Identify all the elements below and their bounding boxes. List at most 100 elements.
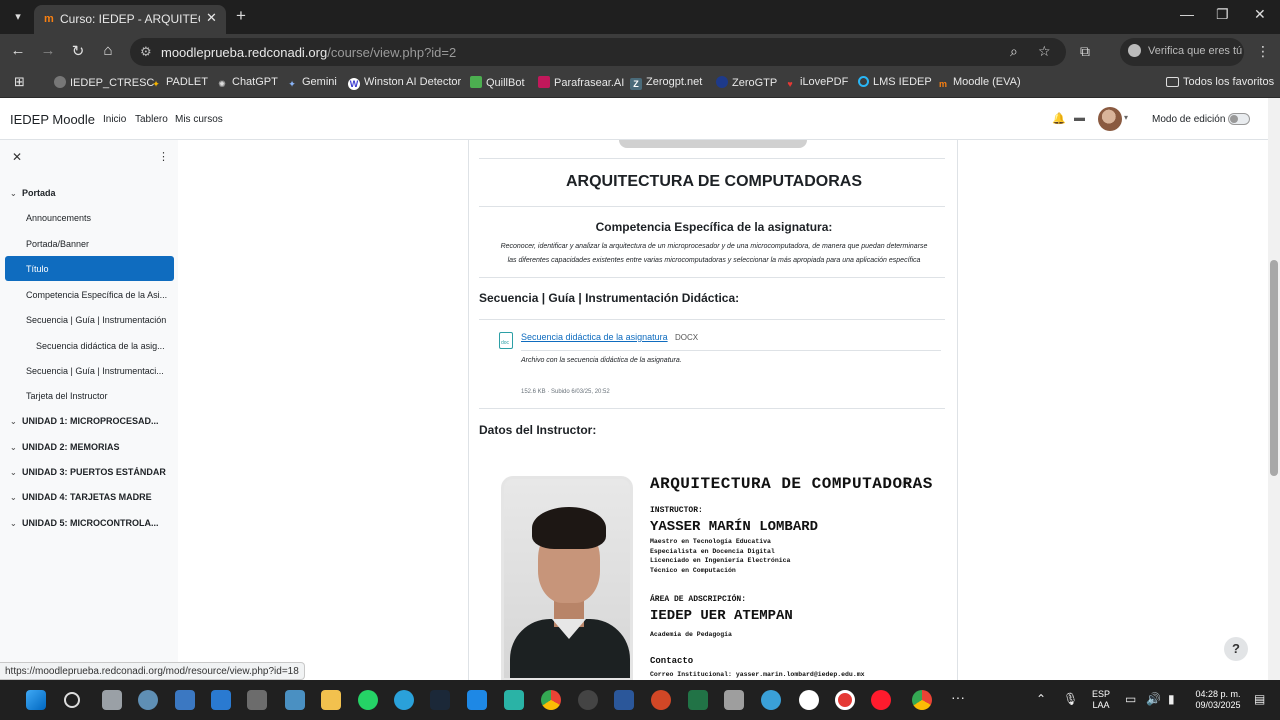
microphone-icon[interactable]: 🎙 [1063, 692, 1078, 706]
tab-close-icon[interactable]: ✕ [206, 10, 217, 26]
app-monitor-icon[interactable] [285, 690, 305, 710]
whatsapp-icon[interactable] [358, 690, 378, 710]
docx-file-icon[interactable] [499, 332, 513, 349]
browser-tab-active[interactable]: m Curso: IEDEP - ARQUITECTURA ✕ [34, 5, 226, 34]
restore-icon[interactable]: ❐ [1216, 6, 1229, 23]
bookmark-padlet[interactable]: ✦ PADLET [150, 76, 208, 90]
bookmark-gemini[interactable]: ✦ Gemini [286, 76, 337, 90]
chatgpt-icon: ✺ [218, 79, 226, 89]
telegram-icon[interactable] [394, 690, 414, 710]
opera-icon[interactable] [871, 690, 891, 710]
task-view-icon[interactable] [102, 690, 122, 710]
chrome-icon[interactable] [541, 690, 561, 710]
index-item-secuencia-didactica[interactable]: Secuencia didáctica de la asig... [36, 341, 172, 351]
volume-icon[interactable]: 🔊 [1146, 692, 1161, 706]
notifications-bell-icon[interactable]: 🔔 [1052, 112, 1066, 125]
scroll-thumb[interactable] [1270, 260, 1278, 476]
help-button[interactable]: ? [1224, 637, 1248, 661]
word-icon[interactable] [614, 690, 634, 710]
apps-grid-icon[interactable]: ⊞ [14, 74, 25, 90]
bookmark-chatgpt[interactable]: ✺ ChatGPT [216, 76, 278, 90]
bookmark-zerogtp[interactable]: ZeroGTP [716, 76, 777, 89]
address-url[interactable]: moodleprueba.redconadi.org/course/view.p… [161, 45, 456, 60]
section-unidad-2[interactable]: ⌄ UNIDAD 2: MEMORIAS [10, 442, 120, 452]
app-gray-icon[interactable] [724, 690, 744, 710]
forward-icon[interactable]: → [38, 42, 58, 59]
moodle-icon: m [938, 79, 947, 89]
more-apps-icon[interactable]: ··· [951, 689, 965, 705]
user-menu-chevron-icon[interactable]: ▾ [1124, 113, 1128, 122]
resource-link-secuencia[interactable]: Secuencia didáctica de la asignatura [521, 332, 668, 342]
new-tab-icon[interactable]: + [236, 6, 246, 26]
nav-inicio[interactable]: Inicio [103, 114, 126, 125]
section-unidad-3[interactable]: ⌄ UNIDAD 3: PUERTOS ESTÁNDAR [10, 467, 166, 477]
user-avatar[interactable] [1098, 107, 1122, 131]
excel-icon[interactable] [688, 690, 708, 710]
app-network-icon[interactable] [467, 690, 487, 710]
section-portada[interactable]: ⌄ Portada [10, 188, 56, 198]
bookmark-iedep-ctresc[interactable]: IEDEP_CTRESC [54, 76, 154, 89]
messages-icon[interactable]: ▬ [1074, 112, 1085, 124]
index-item-competencia[interactable]: Competencia Específica de la Asi... [26, 290, 172, 300]
address-bar[interactable]: ⚙ moodleprueba.redconadi.org/course/view… [130, 38, 1066, 66]
index-item-tarjeta-instructor[interactable]: Tarjeta del Instructor [26, 391, 108, 401]
chrome-active-icon[interactable] [912, 690, 932, 710]
site-brand[interactable]: IEDEP Moodle [10, 112, 95, 127]
bookmark-parafrasear[interactable]: Parafrasear.AI [538, 76, 624, 89]
zoom-icon[interactable]: ⌕ [1010, 43, 1018, 60]
section-unidad-4[interactable]: ⌄ UNIDAD 4: TARJETAS MADRE [10, 492, 152, 502]
tray-chevron-icon[interactable]: ⌃ [1036, 692, 1046, 706]
powerpoint-icon[interactable] [651, 690, 671, 710]
record-icon[interactable] [835, 690, 855, 710]
app-hex-icon[interactable] [247, 690, 267, 710]
bookmark-lms-iedep[interactable]: LMS IEDEP [858, 76, 932, 88]
reload-icon[interactable]: ↻ [68, 42, 88, 60]
language-indicator[interactable]: ESP LAA [1086, 689, 1116, 711]
app-globe-icon[interactable] [761, 690, 781, 710]
site-info-icon[interactable]: ⚙ [140, 44, 152, 60]
search-icon[interactable] [64, 692, 80, 708]
page-scrollbar[interactable] [1268, 98, 1280, 680]
index-item-titulo-active[interactable]: Título [5, 256, 174, 281]
bookmark-zerogpt-net[interactable]: Z Zerogpt.net [630, 76, 702, 90]
bookmark-moodle-eva[interactable]: m Moodle (EVA) [937, 76, 1021, 90]
nav-mis-cursos[interactable]: Mis cursos [175, 114, 223, 125]
app-white-icon[interactable] [799, 690, 819, 710]
bookmark-quillbot[interactable]: QuillBot [470, 76, 525, 89]
close-drawer-icon[interactable]: ✕ [12, 150, 22, 164]
section-unidad-5[interactable]: ⌄ UNIDAD 5: MICROCONTROLA... [10, 518, 170, 528]
section-unidad-1[interactable]: ⌄ UNIDAD 1: MICROPROCESAD... [10, 416, 170, 426]
edit-mode-toggle[interactable] [1228, 113, 1250, 125]
bookmark-star-icon[interactable]: ☆ [1038, 43, 1051, 60]
notifications-icon[interactable]: ▤ [1254, 692, 1265, 706]
bookmark-winston[interactable]: W Winston AI Detector [348, 76, 461, 90]
browser-menu-icon[interactable]: ⋮ [1256, 43, 1270, 60]
back-icon[interactable]: ← [8, 42, 28, 59]
steam-icon[interactable] [430, 690, 450, 710]
verify-label: Verifica que eres tú [1148, 45, 1243, 57]
drawer-options-icon[interactable]: ⋮ [158, 150, 169, 163]
app-teal-icon[interactable] [504, 690, 524, 710]
window-close-icon[interactable]: ✕ [1254, 6, 1266, 23]
network-icon[interactable]: ▭ [1125, 692, 1136, 706]
index-item-secuencia-instrumentacion[interactable]: Secuencia | Guía | Instrumentaci... [26, 366, 172, 376]
clock[interactable]: 04:28 p. m. 09/03/2025 [1186, 689, 1250, 711]
tab-search-icon[interactable]: ▾ [8, 7, 28, 27]
app-blue-icon[interactable] [175, 690, 195, 710]
battery-icon[interactable]: ▮ [1168, 692, 1175, 706]
file-explorer-icon[interactable] [321, 690, 341, 710]
index-item-announcements[interactable]: Announcements [26, 213, 91, 223]
photos-icon[interactable] [211, 690, 231, 710]
verify-profile-button[interactable]: Verifica que eres tú [1120, 38, 1244, 66]
minimize-icon[interactable]: — [1180, 6, 1194, 22]
windows-start-icon[interactable] [26, 690, 46, 710]
media-player-icon[interactable] [578, 690, 598, 710]
index-item-secuencia[interactable]: Secuencia | Guía | Instrumentación [26, 315, 172, 325]
all-bookmarks-folder[interactable]: Todos los favoritos [1166, 76, 1274, 88]
index-item-portada-banner[interactable]: Portada/Banner [26, 239, 89, 249]
bookmark-ilovepdf[interactable]: ♥ iLovePDF [784, 76, 848, 90]
extensions-icon[interactable]: ⧉ [1080, 43, 1090, 60]
home-icon[interactable]: ⌂ [98, 42, 118, 59]
nav-tablero[interactable]: Tablero [135, 114, 168, 125]
settings-gear-icon[interactable] [138, 690, 158, 710]
